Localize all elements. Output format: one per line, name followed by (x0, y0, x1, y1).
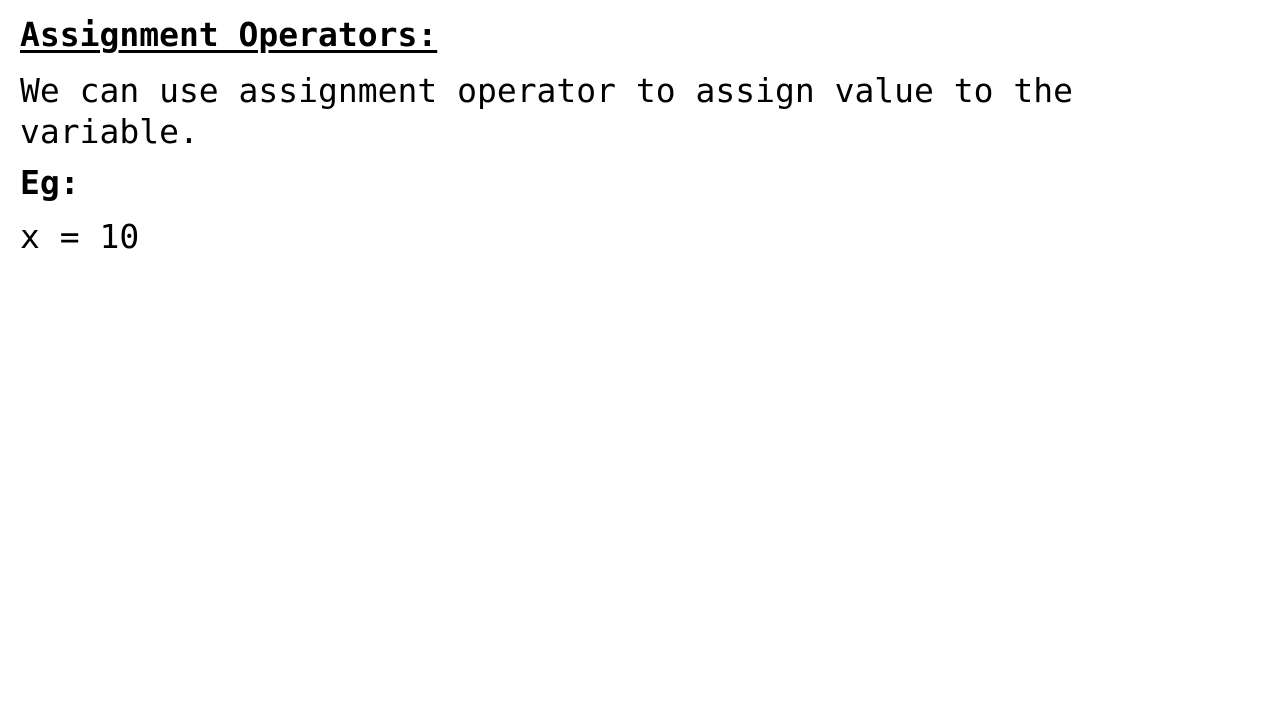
slide-content: Assignment Operators: We can use assignm… (20, 14, 1260, 258)
slide-description: We can use assignment operator to assign… (20, 71, 1073, 151)
example-label: Eg: (20, 163, 80, 202)
slide-heading: Assignment Operators: (20, 15, 438, 54)
example-code: x = 10 (20, 217, 140, 256)
